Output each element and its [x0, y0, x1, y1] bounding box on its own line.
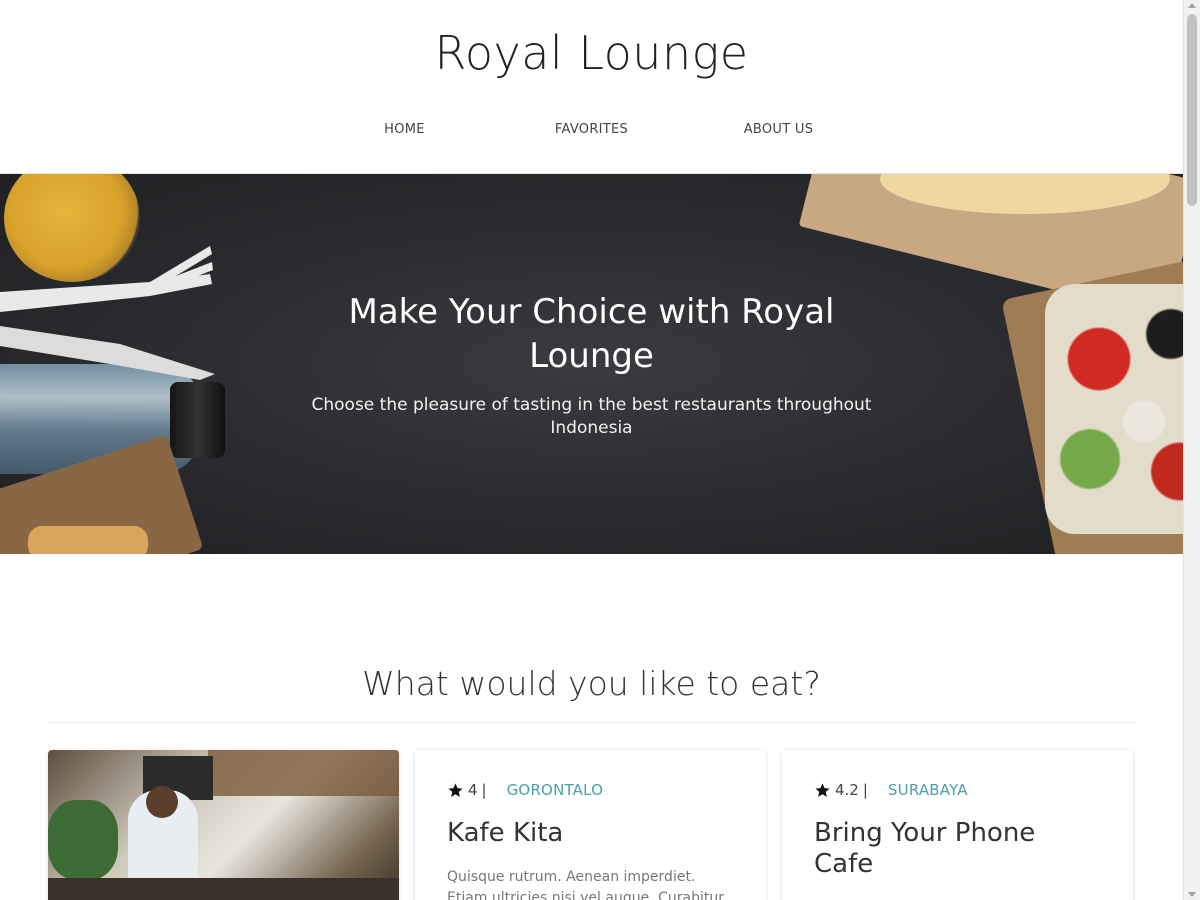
rating-separator: |	[481, 781, 487, 799]
restaurant-city: GORONTALO	[506, 781, 604, 799]
hero-text: Make Your Choice with Royal Lounge Choos…	[0, 290, 1183, 440]
page: Royal Lounge HOME FAVORITES ABOUT US Mak…	[0, 0, 1183, 900]
hero-banner: Make Your Choice with Royal Lounge Choos…	[0, 174, 1183, 554]
restaurant-card[interactable]: 4.2 | SURABAYA Bring Your Phone Cafe	[782, 750, 1133, 900]
nav-about-us[interactable]: ABOUT US	[685, 122, 872, 137]
hero-title: Make Your Choice with Royal Lounge	[348, 292, 835, 376]
hero-subtitle: Choose the pleasure of tasting in the be…	[311, 395, 872, 438]
nav-favorites[interactable]: FAVORITES	[498, 122, 685, 137]
rating-value: 4	[468, 781, 478, 799]
nav-home[interactable]: HOME	[311, 122, 498, 137]
restaurant-city: SURABAYA	[887, 781, 968, 799]
scroll-up-arrow-icon[interactable]	[1188, 3, 1196, 8]
counter-image	[48, 878, 399, 900]
chef-head-image	[146, 786, 178, 818]
restaurant-description: Quisque rutrum. Aenean imperdiet. Etiam …	[447, 869, 724, 900]
star-icon	[815, 782, 830, 797]
scroll-down-arrow-icon[interactable]	[1188, 892, 1196, 897]
page-scrollbar[interactable]	[1183, 0, 1200, 900]
shelf-image	[208, 750, 399, 796]
site-brand[interactable]: Royal Lounge	[0, 0, 1183, 82]
restaurant-image-card[interactable]	[48, 750, 399, 900]
rating-value: 4.2	[835, 781, 859, 799]
restaurant-card[interactable]: 4 | GORONTALO Kafe Kita Quisque rutrum. …	[415, 750, 766, 900]
bread-image	[28, 526, 148, 554]
restaurant-meta: 4.2 | SURABAYA	[814, 778, 1101, 802]
scrollbar-thumb[interactable]	[1187, 14, 1197, 206]
restaurant-meta: 4 | GORONTALO	[447, 778, 734, 802]
site-header: Royal Lounge HOME FAVORITES ABOUT US	[0, 0, 1183, 174]
rating-separator: |	[862, 781, 868, 799]
restaurant-list: 4 | GORONTALO Kafe Kita Quisque rutrum. …	[48, 750, 1135, 900]
main-nav: HOME FAVORITES ABOUT US	[0, 122, 1183, 137]
star-icon	[448, 782, 463, 797]
plants-image	[48, 800, 118, 880]
section-title: What would you like to eat?	[362, 664, 821, 703]
section-divider	[48, 722, 1135, 723]
restaurant-name[interactable]: Bring Your Phone Cafe	[814, 818, 1101, 880]
restaurant-name[interactable]: Kafe Kita	[447, 818, 734, 849]
